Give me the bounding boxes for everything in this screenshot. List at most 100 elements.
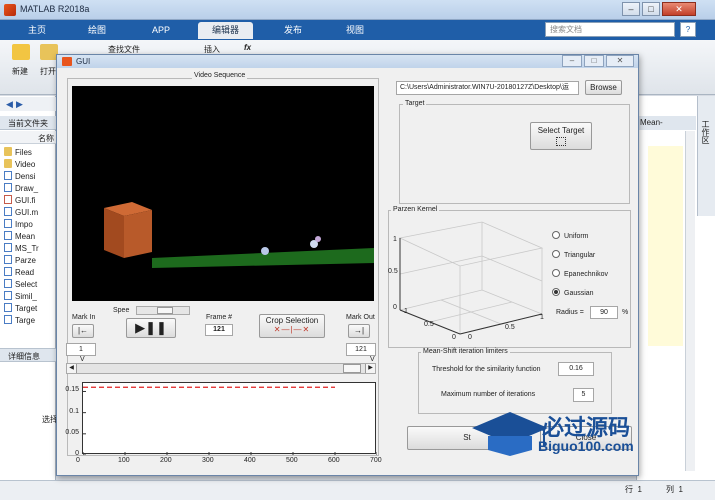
- open-button[interactable]: 打开: [40, 66, 56, 77]
- speed-slider-thumb[interactable]: [157, 307, 173, 314]
- file-list-item[interactable]: MS_Tr: [4, 243, 39, 255]
- frame-number-field[interactable]: 121: [205, 324, 233, 336]
- file-icon: [4, 183, 12, 192]
- crop-icon: ✕—|—✕: [273, 325, 311, 334]
- file-list-item[interactable]: Parze: [4, 255, 36, 267]
- workspace-tab[interactable]: [697, 96, 715, 216]
- file-icon: [4, 207, 12, 216]
- mark-in-label: Mark In: [72, 314, 96, 321]
- help-icon[interactable]: ?: [680, 22, 696, 37]
- tab-plots[interactable]: 绘图: [74, 22, 120, 39]
- file-icon: [4, 279, 12, 288]
- frame-slider[interactable]: ◀ ▶: [66, 363, 376, 374]
- video-display[interactable]: [72, 86, 374, 301]
- threshold-field[interactable]: 0.16: [558, 362, 594, 376]
- gui-maximize-icon[interactable]: □: [584, 55, 604, 67]
- play-pause-button[interactable]: ▶❚❚: [126, 318, 176, 338]
- kernel-gaussian-option[interactable]: Gaussian: [552, 288, 594, 297]
- radio-epanechnikov-icon[interactable]: [552, 269, 560, 277]
- search-docs-input[interactable]: 搜索文档: [545, 22, 675, 37]
- mark-out-button[interactable]: →|: [348, 324, 370, 338]
- mark-out-label: Mark Out: [346, 314, 375, 321]
- mark-in-field[interactable]: 1: [66, 343, 96, 356]
- file-list-item[interactable]: Select: [4, 279, 37, 291]
- file-name: Parze: [15, 256, 36, 265]
- file-list-item[interactable]: GUI.fi: [4, 195, 35, 207]
- y-tick-0: 0: [452, 334, 456, 341]
- video-path-field[interactable]: C:\Users\Administrator.WIN7U-20180127Z\D…: [396, 81, 579, 95]
- y-tick-0-5: 0.5: [424, 321, 434, 328]
- maximize-icon[interactable]: □: [642, 2, 660, 16]
- gui-minimize-icon[interactable]: –: [562, 55, 582, 67]
- editor-scrollbar[interactable]: [685, 131, 695, 471]
- name-column-label: 名称: [38, 134, 54, 143]
- speed-label: Spee: [113, 307, 130, 314]
- x-tick-label: 300: [202, 457, 214, 464]
- editor-code-area[interactable]: [648, 146, 683, 346]
- file-list-item[interactable]: Draw_: [4, 183, 38, 195]
- tab-view[interactable]: 视图: [332, 22, 378, 39]
- workspace-label: 工作区: [701, 120, 710, 144]
- file-name: Files: [15, 148, 32, 157]
- file-list-item[interactable]: Read: [4, 267, 34, 279]
- tab-editor[interactable]: 编辑器: [198, 22, 254, 39]
- frame-slider-left-arrow[interactable]: ◀: [67, 364, 77, 373]
- matlab-titlebar: [0, 0, 715, 20]
- file-list-item[interactable]: Simil_: [4, 291, 37, 303]
- x-tick-label: 200: [160, 457, 172, 464]
- minimize-icon[interactable]: –: [622, 2, 640, 16]
- kernel-uniform-label: Uniform: [564, 233, 589, 240]
- back-arrow-icon[interactable]: ◀: [6, 99, 13, 110]
- kernel-gaussian-label: Gaussian: [564, 290, 594, 297]
- mark-out-field[interactable]: 121: [346, 343, 376, 356]
- file-list-item[interactable]: Impo: [4, 219, 33, 231]
- threshold-label: Threshold for the similarity function: [432, 366, 541, 373]
- tab-apps[interactable]: APP: [138, 22, 184, 39]
- frame-slider-right-arrow[interactable]: ▶: [365, 364, 375, 373]
- x-tick-1: 1: [540, 314, 544, 321]
- crop-selection-button[interactable]: Crop Selection ✕—|—✕: [259, 314, 325, 338]
- file-list-item[interactable]: Densi: [4, 171, 35, 183]
- file-name: MS_Tr: [15, 244, 39, 253]
- frame-slider-thumb[interactable]: [343, 364, 361, 373]
- editor-tab-label: Mean-: [640, 118, 663, 127]
- file-icon: [4, 195, 12, 204]
- mark-in-button[interactable]: |←: [72, 324, 94, 338]
- tab-home[interactable]: 主页: [14, 22, 60, 39]
- kernel-epanechnikov-option[interactable]: Epanechnikov: [552, 269, 608, 278]
- kernel-3d-plot: [392, 218, 548, 346]
- kernel-triangular-option[interactable]: Triangular: [552, 250, 595, 259]
- select-target-button[interactable]: Select Target: [530, 122, 592, 150]
- file-name: GUI.m: [15, 208, 39, 217]
- radius-field[interactable]: 90: [590, 306, 618, 319]
- mark-out-marker-icon: V: [370, 356, 375, 363]
- file-name: Targe: [15, 316, 36, 325]
- tab-publish[interactable]: 发布: [270, 22, 316, 39]
- forward-arrow-icon[interactable]: ▶: [16, 99, 23, 110]
- folder-icon: [4, 147, 12, 156]
- ball-1: [261, 247, 269, 255]
- browse-button[interactable]: Browse: [585, 80, 622, 95]
- y-tick-label: 0.15: [65, 386, 79, 394]
- crop-selection-label: Crop Selection: [265, 316, 319, 325]
- new-icon[interactable]: [12, 44, 30, 60]
- radio-triangular-icon[interactable]: [552, 250, 560, 258]
- file-list-item[interactable]: Targe: [4, 315, 35, 327]
- file-list-item[interactable]: Files: [4, 147, 32, 159]
- new-button[interactable]: 新建: [12, 66, 28, 77]
- file-list-item[interactable]: Mean: [4, 231, 35, 243]
- max-iterations-field[interactable]: 5: [573, 388, 594, 402]
- file-list-item[interactable]: GUI.m: [4, 207, 38, 219]
- x-tick-label: 0: [76, 457, 80, 464]
- file-list-item[interactable]: Target: [4, 303, 37, 315]
- kernel-uniform-option[interactable]: Uniform: [552, 231, 589, 240]
- radio-uniform-icon[interactable]: [552, 231, 560, 239]
- file-list-item[interactable]: Video: [4, 159, 35, 171]
- gui-window-title: GUI: [76, 57, 91, 66]
- gui-close-icon[interactable]: ✕: [606, 55, 634, 67]
- fx-button[interactable]: fx: [244, 43, 251, 52]
- close-icon[interactable]: ✕: [662, 2, 696, 16]
- radio-gaussian-icon[interactable]: [552, 288, 560, 296]
- speed-slider[interactable]: [136, 306, 190, 315]
- file-icon: [4, 267, 12, 276]
